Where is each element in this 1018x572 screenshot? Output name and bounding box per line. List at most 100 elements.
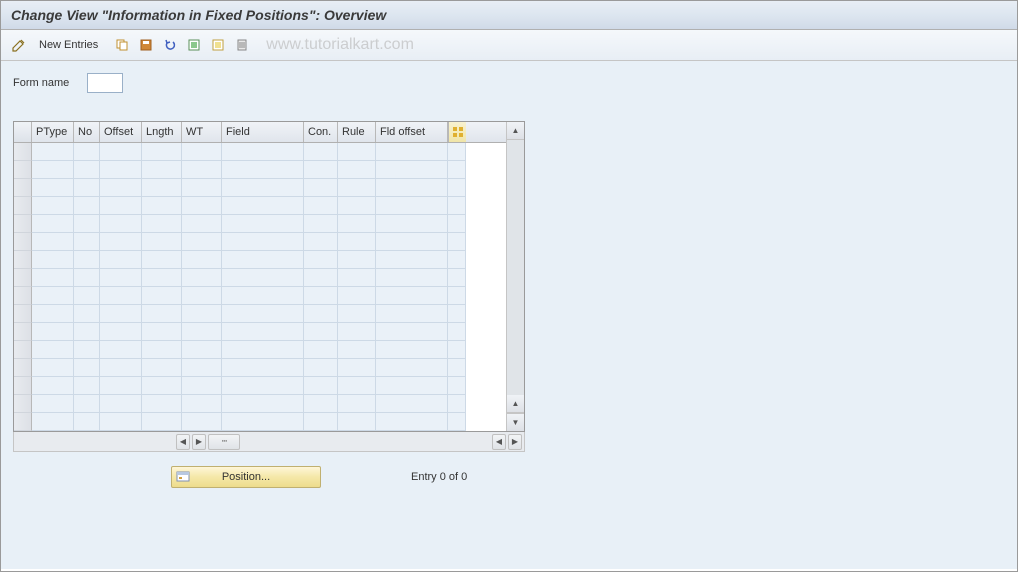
vertical-scrollbar[interactable]: ▲ ▲ ▼ (506, 122, 524, 431)
table-cell[interactable] (100, 215, 142, 233)
table-cell[interactable] (222, 161, 304, 179)
table-cell[interactable] (74, 305, 100, 323)
table-cell[interactable] (74, 179, 100, 197)
col-header-ptype[interactable]: PType (32, 122, 74, 142)
table-cell[interactable] (142, 377, 182, 395)
table-cell[interactable] (142, 143, 182, 161)
table-cell[interactable] (182, 251, 222, 269)
table-cell[interactable] (74, 287, 100, 305)
table-cell[interactable] (304, 197, 338, 215)
table-cell[interactable] (222, 323, 304, 341)
table-select-all-corner[interactable] (14, 122, 32, 142)
table-cell[interactable] (142, 323, 182, 341)
table-cell[interactable] (338, 377, 376, 395)
row-selector[interactable] (14, 377, 32, 395)
table-cell[interactable] (376, 215, 448, 233)
table-cell[interactable] (32, 359, 74, 377)
table-cell[interactable] (304, 413, 338, 431)
row-selector[interactable] (14, 413, 32, 431)
col-header-con[interactable]: Con. (304, 122, 338, 142)
table-cell[interactable] (376, 305, 448, 323)
hscroll-right-icon[interactable]: ▶ (508, 434, 522, 450)
table-cell[interactable] (338, 287, 376, 305)
table-cell[interactable] (376, 359, 448, 377)
table-cell[interactable] (304, 341, 338, 359)
table-cell[interactable] (338, 215, 376, 233)
table-cell[interactable] (100, 233, 142, 251)
table-cell[interactable] (376, 161, 448, 179)
table-cell[interactable] (142, 197, 182, 215)
col-header-wt[interactable]: WT (182, 122, 222, 142)
delete-icon[interactable] (232, 35, 252, 55)
table-cell[interactable] (32, 179, 74, 197)
table-cell[interactable] (74, 377, 100, 395)
table-cell[interactable] (338, 269, 376, 287)
table-cell[interactable] (222, 215, 304, 233)
table-cell[interactable] (32, 341, 74, 359)
table-cell[interactable] (74, 251, 100, 269)
table-cell[interactable] (100, 161, 142, 179)
row-selector[interactable] (14, 269, 32, 287)
select-all-icon[interactable] (184, 35, 204, 55)
hscroll-left-icon[interactable]: ◀ (176, 434, 190, 450)
table-cell[interactable] (376, 395, 448, 413)
table-cell[interactable] (74, 215, 100, 233)
hscroll-left-end-icon[interactable]: ◀ (492, 434, 506, 450)
table-cell[interactable] (182, 215, 222, 233)
table-cell[interactable] (74, 395, 100, 413)
table-cell[interactable] (182, 413, 222, 431)
table-cell[interactable] (304, 233, 338, 251)
table-cell[interactable] (222, 233, 304, 251)
table-cell[interactable] (222, 269, 304, 287)
table-cell[interactable] (182, 179, 222, 197)
table-cell[interactable] (304, 161, 338, 179)
table-cell[interactable] (74, 413, 100, 431)
table-cell[interactable] (142, 359, 182, 377)
table-cell[interactable] (142, 161, 182, 179)
table-cell[interactable] (222, 305, 304, 323)
table-cell[interactable] (182, 341, 222, 359)
table-cell[interactable] (376, 287, 448, 305)
table-cell[interactable] (338, 323, 376, 341)
table-cell[interactable] (376, 269, 448, 287)
col-header-rule[interactable]: Rule (338, 122, 376, 142)
row-selector[interactable] (14, 341, 32, 359)
table-cell[interactable] (304, 269, 338, 287)
table-cell[interactable] (74, 233, 100, 251)
table-cell[interactable] (100, 359, 142, 377)
table-cell[interactable] (100, 269, 142, 287)
row-selector[interactable] (14, 179, 32, 197)
table-cell[interactable] (182, 143, 222, 161)
table-cell[interactable] (142, 287, 182, 305)
table-cell[interactable] (74, 197, 100, 215)
table-cell[interactable] (74, 269, 100, 287)
table-config-icon[interactable] (448, 122, 466, 142)
table-cell[interactable] (222, 377, 304, 395)
row-selector[interactable] (14, 305, 32, 323)
table-cell[interactable] (74, 341, 100, 359)
table-cell[interactable] (182, 305, 222, 323)
table-cell[interactable] (338, 233, 376, 251)
horizontal-scrollbar[interactable]: ◀ ▶ ┅ ◀ ▶ (13, 432, 525, 452)
table-cell[interactable] (338, 305, 376, 323)
table-cell[interactable] (304, 395, 338, 413)
table-cell[interactable] (338, 341, 376, 359)
table-cell[interactable] (32, 287, 74, 305)
table-cell[interactable] (32, 251, 74, 269)
table-cell[interactable] (376, 413, 448, 431)
table-cell[interactable] (304, 251, 338, 269)
table-cell[interactable] (100, 143, 142, 161)
table-cell[interactable] (338, 413, 376, 431)
table-cell[interactable] (182, 377, 222, 395)
col-header-lngth[interactable]: Lngth (142, 122, 182, 142)
position-button[interactable]: Position... (171, 466, 321, 488)
table-cell[interactable] (338, 143, 376, 161)
table-cell[interactable] (142, 251, 182, 269)
table-cell[interactable] (304, 377, 338, 395)
undo-icon[interactable] (160, 35, 180, 55)
table-cell[interactable] (376, 143, 448, 161)
table-cell[interactable] (338, 197, 376, 215)
table-cell[interactable] (222, 143, 304, 161)
table-cell[interactable] (100, 179, 142, 197)
table-cell[interactable] (182, 323, 222, 341)
